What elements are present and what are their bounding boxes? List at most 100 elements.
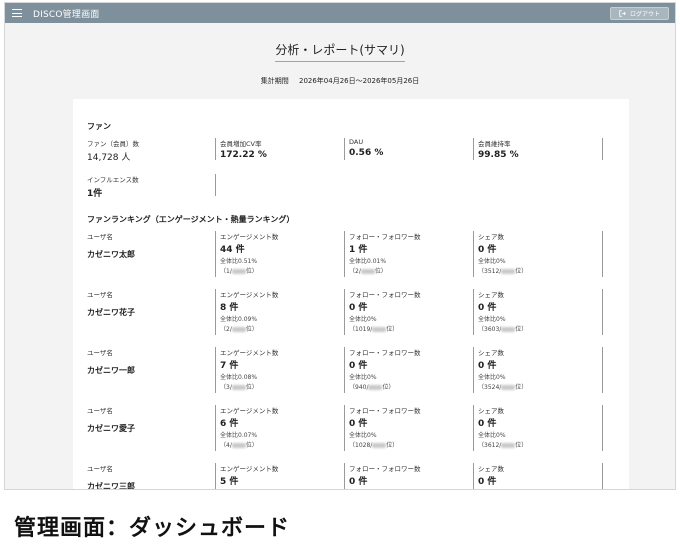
page-title: 分析・レポート(サマリ) bbox=[275, 41, 405, 62]
engagement-value: 7 件 bbox=[220, 361, 239, 371]
share-cell: シェア数 0 件全体比0% （3524/位） bbox=[474, 347, 603, 393]
user-column-label: ユーザ名 bbox=[87, 233, 113, 241]
share-rank: （3612/位） bbox=[478, 440, 602, 449]
rank-prefix: （3603/ bbox=[478, 326, 502, 333]
rank-prefix: （3612/ bbox=[478, 442, 502, 449]
user-name[interactable]: カゼニワ太郎 bbox=[87, 249, 215, 260]
follow-column-label: フォロー・フォロワー数 bbox=[349, 233, 421, 241]
follow-column-label: フォロー・フォロワー数 bbox=[349, 291, 421, 299]
engagement-column-label: エンゲージメント数 bbox=[220, 465, 279, 473]
rank-suffix: 位） bbox=[515, 442, 528, 449]
rank-suffix: 位） bbox=[245, 268, 258, 275]
ranking-section-heading: ファンランキング（エンゲージメント・熱量ランキング） bbox=[87, 215, 295, 224]
rank-suffix: 位） bbox=[374, 268, 387, 275]
report-card: ファン ファン（会員）数 14,728 人 会員増加CV率 172.22 % D… bbox=[73, 99, 629, 489]
share-cell: シェア数 0 件全体比0% （3603/位） bbox=[474, 289, 603, 335]
engagement-cell: エンゲージメント数 44 件全体比0.51% （1/位） bbox=[216, 231, 345, 277]
engagement-column-label: エンゲージメント数 bbox=[220, 407, 279, 415]
kpi-value: 14,728 人 bbox=[87, 153, 131, 163]
user-cell: ユーザ名カゼニワ愛子 bbox=[87, 405, 216, 451]
user-cell: ユーザ名カゼニワ太郎 bbox=[87, 231, 216, 277]
kpi-label: DAU bbox=[349, 138, 364, 146]
engagement-ratio: 全体比0.07% bbox=[220, 432, 258, 439]
follow-ratio: 全体比0.01% bbox=[349, 258, 387, 265]
share-value: 0 件 bbox=[478, 419, 497, 429]
follow-ratio: 全体比0% bbox=[349, 432, 377, 439]
kpi-value: 172.22 % bbox=[220, 150, 267, 160]
ranking-row: ユーザ名 カゼニワ太郎 エンゲージメント数 44 件全体比0.51% （1/位） フォロー… bbox=[87, 231, 615, 277]
rank-suffix: 位） bbox=[515, 326, 528, 333]
user-column-label: ユーザ名 bbox=[87, 407, 113, 415]
redacted-total bbox=[501, 385, 516, 390]
follow-cell: フォロー・フォロワー数 0 件全体比0% （1028/位） bbox=[345, 405, 474, 451]
kpi-label: インフルエンス数 bbox=[87, 176, 139, 184]
user-name[interactable]: カゼニワ一郎 bbox=[87, 365, 215, 376]
engagement-value: 6 件 bbox=[220, 419, 239, 429]
rank-prefix: （1019/ bbox=[349, 326, 373, 333]
engagement-rank: （3/位） bbox=[220, 382, 344, 391]
share-ratio: 全体比0% bbox=[478, 374, 506, 381]
ranking-row: ユーザ名 カゼニワ一郎 エンゲージメント数 7 件全体比0.08% （3/位） フォロー・… bbox=[87, 347, 615, 393]
rank-suffix: 位） bbox=[386, 442, 399, 449]
follow-column-label: フォロー・フォロワー数 bbox=[349, 407, 421, 415]
rank-suffix: 位） bbox=[245, 384, 258, 391]
follow-rank: （2/位） bbox=[349, 266, 473, 275]
user-name[interactable]: カゼニワ花子 bbox=[87, 307, 215, 318]
follow-cell: フォロー・フォロワー数 1 件全体比0.01% （2/位） bbox=[345, 231, 474, 277]
app-window: DISCO管理画面 ログアウト 分析・レポート(サマリ) 集計期間 2026年0… bbox=[4, 2, 676, 490]
redacted-total bbox=[360, 269, 375, 274]
top-bar: DISCO管理画面 ログアウト bbox=[5, 3, 675, 23]
follow-rank: （940/位） bbox=[349, 382, 473, 391]
user-name[interactable]: カゼニワ三郎 bbox=[87, 481, 215, 489]
redacted-total bbox=[231, 327, 246, 332]
hamburger-menu-icon[interactable] bbox=[11, 7, 23, 19]
engagement-cell: エンゲージメント数 5 件 bbox=[216, 463, 345, 489]
follow-rank: （1028/位） bbox=[349, 440, 473, 449]
user-name[interactable]: カゼニワ愛子 bbox=[87, 423, 215, 434]
follow-value: 1 件 bbox=[349, 245, 368, 255]
share-value: 0 件 bbox=[478, 361, 497, 371]
share-column-label: シェア数 bbox=[478, 349, 504, 357]
redacted-total bbox=[368, 385, 383, 390]
fan-section-heading: ファン bbox=[87, 122, 111, 131]
rank-prefix: （3/ bbox=[220, 384, 232, 391]
follow-ratio: 全体比0% bbox=[349, 374, 377, 381]
engagement-ratio: 全体比0.51% bbox=[220, 258, 258, 265]
influencer-row: インフルエンス数 1件 bbox=[87, 174, 615, 199]
logout-label: ログアウト bbox=[629, 10, 660, 18]
follow-cell: フォロー・フォロワー数 0 件 bbox=[345, 463, 474, 489]
logout-button[interactable]: ログアウト bbox=[609, 6, 669, 20]
user-cell: ユーザ名 カゼニワ花子 bbox=[87, 289, 216, 335]
kpi-label: 会員増加CV率 bbox=[220, 140, 262, 148]
period-value: 2026年04月26日〜2026年05月26日 bbox=[298, 77, 420, 85]
screen-caption: 管理画面：ダッシュボード bbox=[14, 516, 291, 541]
ranking-row: ユーザ名 カゼニワ愛子 エンゲージメント数 6 件全体比0.07% （4/位） フォロー・… bbox=[87, 405, 615, 451]
share-value: 0 件 bbox=[478, 245, 497, 255]
ranking-row: ユーザ名カゼニワ三郎 エンゲージメント数 5 件 フォロー・フォロワー数 0 件シェア数… bbox=[87, 463, 615, 489]
period-label: 集計期間 bbox=[260, 77, 289, 85]
rank-prefix: （940/ bbox=[349, 384, 369, 391]
redacted-total bbox=[501, 327, 516, 332]
engagement-cell: エンゲージメント数 6 件全体比0.07% （4/位） bbox=[216, 405, 345, 451]
rank-suffix: 位） bbox=[386, 326, 399, 333]
rank-suffix: 位） bbox=[245, 442, 258, 449]
kpi-label: ファン（会員）数 bbox=[87, 140, 139, 148]
share-column-label: シェア数 bbox=[478, 465, 504, 473]
follow-ratio: 全体比0% bbox=[349, 316, 377, 323]
engagement-column-label: エンゲージメント数 bbox=[220, 291, 279, 299]
engagement-cell: エンゲージメント数 8 件全体比0.09% （2/位） bbox=[216, 289, 345, 335]
user-cell: ユーザ名カゼニワ三郎 bbox=[87, 463, 216, 489]
share-rank: （3524/位） bbox=[478, 382, 602, 391]
user-column-label: ユーザ名 bbox=[87, 465, 113, 473]
engagement-rank: （4/位） bbox=[220, 440, 344, 449]
kpi-value: 0.56 % bbox=[349, 148, 384, 158]
follow-cell: フォロー・フォロワー数 0 件全体比0% （940/位） bbox=[345, 347, 474, 393]
engagement-rank: （1/位） bbox=[220, 266, 344, 275]
logout-icon bbox=[619, 9, 626, 17]
kpi-dau: DAU 0.56 % bbox=[345, 138, 474, 160]
rank-suffix: 位） bbox=[515, 384, 528, 391]
share-ratio: 全体比0% bbox=[478, 432, 506, 439]
follow-value: 0 件 bbox=[349, 303, 368, 313]
engagement-rank: （2/位） bbox=[220, 324, 344, 333]
engagement-value: 5 件 bbox=[220, 477, 239, 487]
